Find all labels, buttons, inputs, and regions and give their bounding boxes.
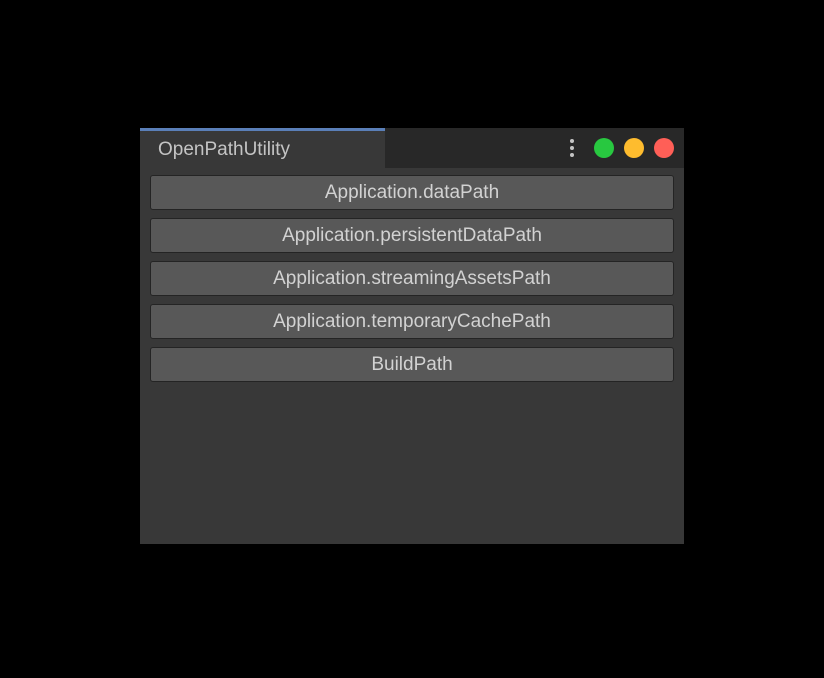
buildpath-button[interactable]: BuildPath [150,347,674,382]
button-label: Application.temporaryCachePath [273,311,551,333]
tab-bar: OpenPathUtility [140,128,684,168]
traffic-light-yellow-icon[interactable] [624,138,644,158]
kebab-menu-icon[interactable] [566,135,578,161]
button-label: Application.streamingAssetsPath [273,268,551,290]
application-datapath-button[interactable]: Application.dataPath [150,175,674,210]
editor-window: OpenPathUtility Application.dataPath App… [140,128,684,544]
tab-openpathutility[interactable]: OpenPathUtility [140,128,385,168]
traffic-light-red-icon[interactable] [654,138,674,158]
button-label: BuildPath [371,354,452,376]
application-streamingassetspath-button[interactable]: Application.streamingAssetsPath [150,261,674,296]
traffic-light-green-icon[interactable] [594,138,614,158]
button-label: Application.persistentDataPath [282,225,542,247]
tab-title: OpenPathUtility [158,139,290,161]
application-persistentdatapath-button[interactable]: Application.persistentDataPath [150,218,674,253]
window-controls [566,128,674,168]
application-temporarycachepath-button[interactable]: Application.temporaryCachePath [150,304,674,339]
window-content: Application.dataPath Application.persist… [140,168,684,544]
button-label: Application.dataPath [325,182,499,204]
